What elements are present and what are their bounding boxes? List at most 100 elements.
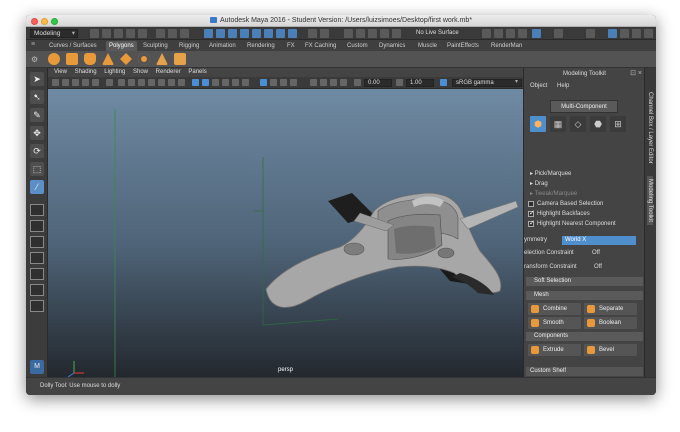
open-scene-icon[interactable]: [102, 29, 111, 38]
menu-lighting[interactable]: Lighting: [104, 69, 125, 75]
select-object-icon[interactable]: [168, 29, 177, 38]
shelf-tab-rendering[interactable]: Rendering: [244, 41, 278, 51]
xray-icon[interactable]: [270, 79, 277, 86]
dolly-tool-icon[interactable]: ⁄: [30, 180, 44, 194]
shelf-tab-animation[interactable]: Animation: [206, 41, 239, 51]
shelf-tab-dynamics[interactable]: Dynamics: [376, 41, 408, 51]
poly-cylinder-icon[interactable]: [84, 53, 96, 65]
select-camera-icon[interactable]: [52, 79, 59, 86]
snap-grid-icon[interactable]: [344, 29, 353, 38]
wireframe-on-shaded-icon[interactable]: [212, 79, 219, 86]
object-mode-icon[interactable]: ⬢: [530, 116, 546, 132]
multisample-aa-icon[interactable]: [330, 79, 337, 86]
motion-blur-icon[interactable]: [320, 79, 327, 86]
live-surface-field[interactable]: No Live Surface: [416, 30, 459, 36]
shelf-tab-sculpting[interactable]: Sculpting: [140, 41, 171, 51]
smooth-shade-icon[interactable]: [202, 79, 209, 86]
select-deformations-icon[interactable]: [264, 29, 273, 38]
show-modeling-toolkit-icon[interactable]: [644, 29, 653, 38]
shelf-tab-fx[interactable]: FX: [284, 41, 298, 51]
rotate-tool-icon[interactable]: ⟳: [30, 144, 44, 158]
highlight-backfaces-checkbox[interactable]: [528, 209, 535, 217]
shelf-tab-custom[interactable]: Custom: [344, 41, 371, 51]
gamma-icon[interactable]: [396, 79, 403, 86]
undo-icon[interactable]: [126, 29, 135, 38]
sidebar-toggle-icon[interactable]: [586, 29, 595, 38]
exposure-icon[interactable]: [354, 79, 361, 86]
select-tool-icon[interactable]: ➤: [30, 72, 44, 86]
xray-joints-icon[interactable]: [280, 79, 287, 86]
boolean-button[interactable]: Boolean: [584, 317, 637, 329]
graph-editor-layout-icon[interactable]: [30, 268, 44, 280]
field-chart-icon[interactable]: [158, 79, 165, 86]
xray-components-icon[interactable]: [290, 79, 297, 86]
four-view-layout-icon[interactable]: [30, 220, 44, 232]
snap-point-icon[interactable]: [368, 29, 377, 38]
wireframe-icon[interactable]: [192, 79, 199, 86]
menu-show[interactable]: Show: [133, 69, 148, 75]
grease-pencil-icon[interactable]: [106, 79, 113, 86]
render-view-icon[interactable]: [482, 29, 491, 38]
select-rendering-icon[interactable]: [288, 29, 297, 38]
shelf-tab-renderman[interactable]: RenderMan: [488, 41, 525, 51]
poly-pyramid-icon[interactable]: [156, 53, 168, 65]
lasso-tool-icon[interactable]: ➷: [30, 90, 44, 104]
tab-channel-box[interactable]: Channel Box / Layer Editor: [647, 92, 653, 164]
close-panel-icon[interactable]: ⊡ ×: [630, 69, 642, 77]
poly-cube-icon[interactable]: [66, 53, 78, 65]
depth-of-field-icon[interactable]: [340, 79, 347, 86]
highlight-selection-icon[interactable]: [320, 29, 329, 38]
paint-select-tool-icon[interactable]: ✎: [30, 108, 44, 122]
vertex-mode-icon[interactable]: ▦: [550, 116, 566, 132]
image-plane-icon[interactable]: [82, 79, 89, 86]
menu-shading[interactable]: Shading: [75, 69, 97, 75]
selection-constraint-select[interactable]: Off: [592, 250, 600, 256]
view-transform-select[interactable]: sRGB gamma: [452, 79, 522, 87]
smooth-button[interactable]: Smooth: [528, 317, 581, 329]
select-handles-icon[interactable]: [216, 29, 225, 38]
select-dynamics-icon[interactable]: [276, 29, 285, 38]
hypershade-layout-icon[interactable]: [30, 284, 44, 296]
camera-based-selection-checkbox[interactable]: [528, 201, 534, 207]
shelf-tab-fx-caching[interactable]: FX Caching: [302, 41, 339, 51]
lock-selection-icon[interactable]: [308, 29, 317, 38]
shelf-tab-rigging[interactable]: Rigging: [176, 41, 202, 51]
select-curves-icon[interactable]: [240, 29, 249, 38]
menu-view[interactable]: View: [54, 69, 67, 75]
grid-toggle-icon[interactable]: [118, 79, 125, 86]
shadows-icon[interactable]: [242, 79, 249, 86]
menu-renderer[interactable]: Renderer: [156, 69, 181, 75]
isolate-select-icon[interactable]: [260, 79, 267, 86]
film-gate-icon[interactable]: [128, 79, 135, 86]
ipr-render-icon[interactable]: [506, 29, 515, 38]
select-hierarchy-icon[interactable]: [156, 29, 165, 38]
drag-option[interactable]: ▸ Drag: [530, 180, 548, 187]
poly-torus-icon[interactable]: [138, 53, 150, 65]
transform-constraint-select[interactable]: Off: [594, 264, 602, 270]
use-all-lights-icon[interactable]: [232, 79, 239, 86]
multi-component-button[interactable]: Multi-Component: [550, 100, 618, 113]
soft-selection-section[interactable]: Soft Selection: [526, 277, 643, 286]
render-settings-icon[interactable]: [518, 29, 527, 38]
show-channel-box-icon[interactable]: [632, 29, 641, 38]
menu-object[interactable]: Object: [530, 83, 547, 89]
new-scene-icon[interactable]: [90, 29, 99, 38]
symmetry-select[interactable]: World X: [562, 236, 636, 245]
camera-attributes-icon[interactable]: [62, 79, 69, 86]
uv-mode-icon[interactable]: ⊞: [610, 116, 626, 132]
show-tool-settings-icon[interactable]: [620, 29, 629, 38]
perspective-viewport[interactable]: persp: [48, 89, 523, 377]
components-section[interactable]: Components: [526, 332, 643, 341]
gate-mask-icon[interactable]: [148, 79, 155, 86]
single-view-layout-icon[interactable]: [30, 204, 44, 216]
face-mode-icon[interactable]: ⬣: [590, 116, 606, 132]
make-live-icon[interactable]: [392, 29, 401, 38]
menu-panels[interactable]: Panels: [188, 69, 206, 75]
shelf-options-icon[interactable]: ⚙: [31, 55, 38, 64]
menu-set-select[interactable]: Modeling: [30, 29, 78, 38]
exposure-field[interactable]: 0.00: [364, 79, 392, 87]
resolution-gate-icon[interactable]: [138, 79, 145, 86]
redo-icon[interactable]: [138, 29, 147, 38]
custom-shelf-section[interactable]: Custom Shelf: [526, 367, 643, 376]
select-surfaces-icon[interactable]: [252, 29, 261, 38]
